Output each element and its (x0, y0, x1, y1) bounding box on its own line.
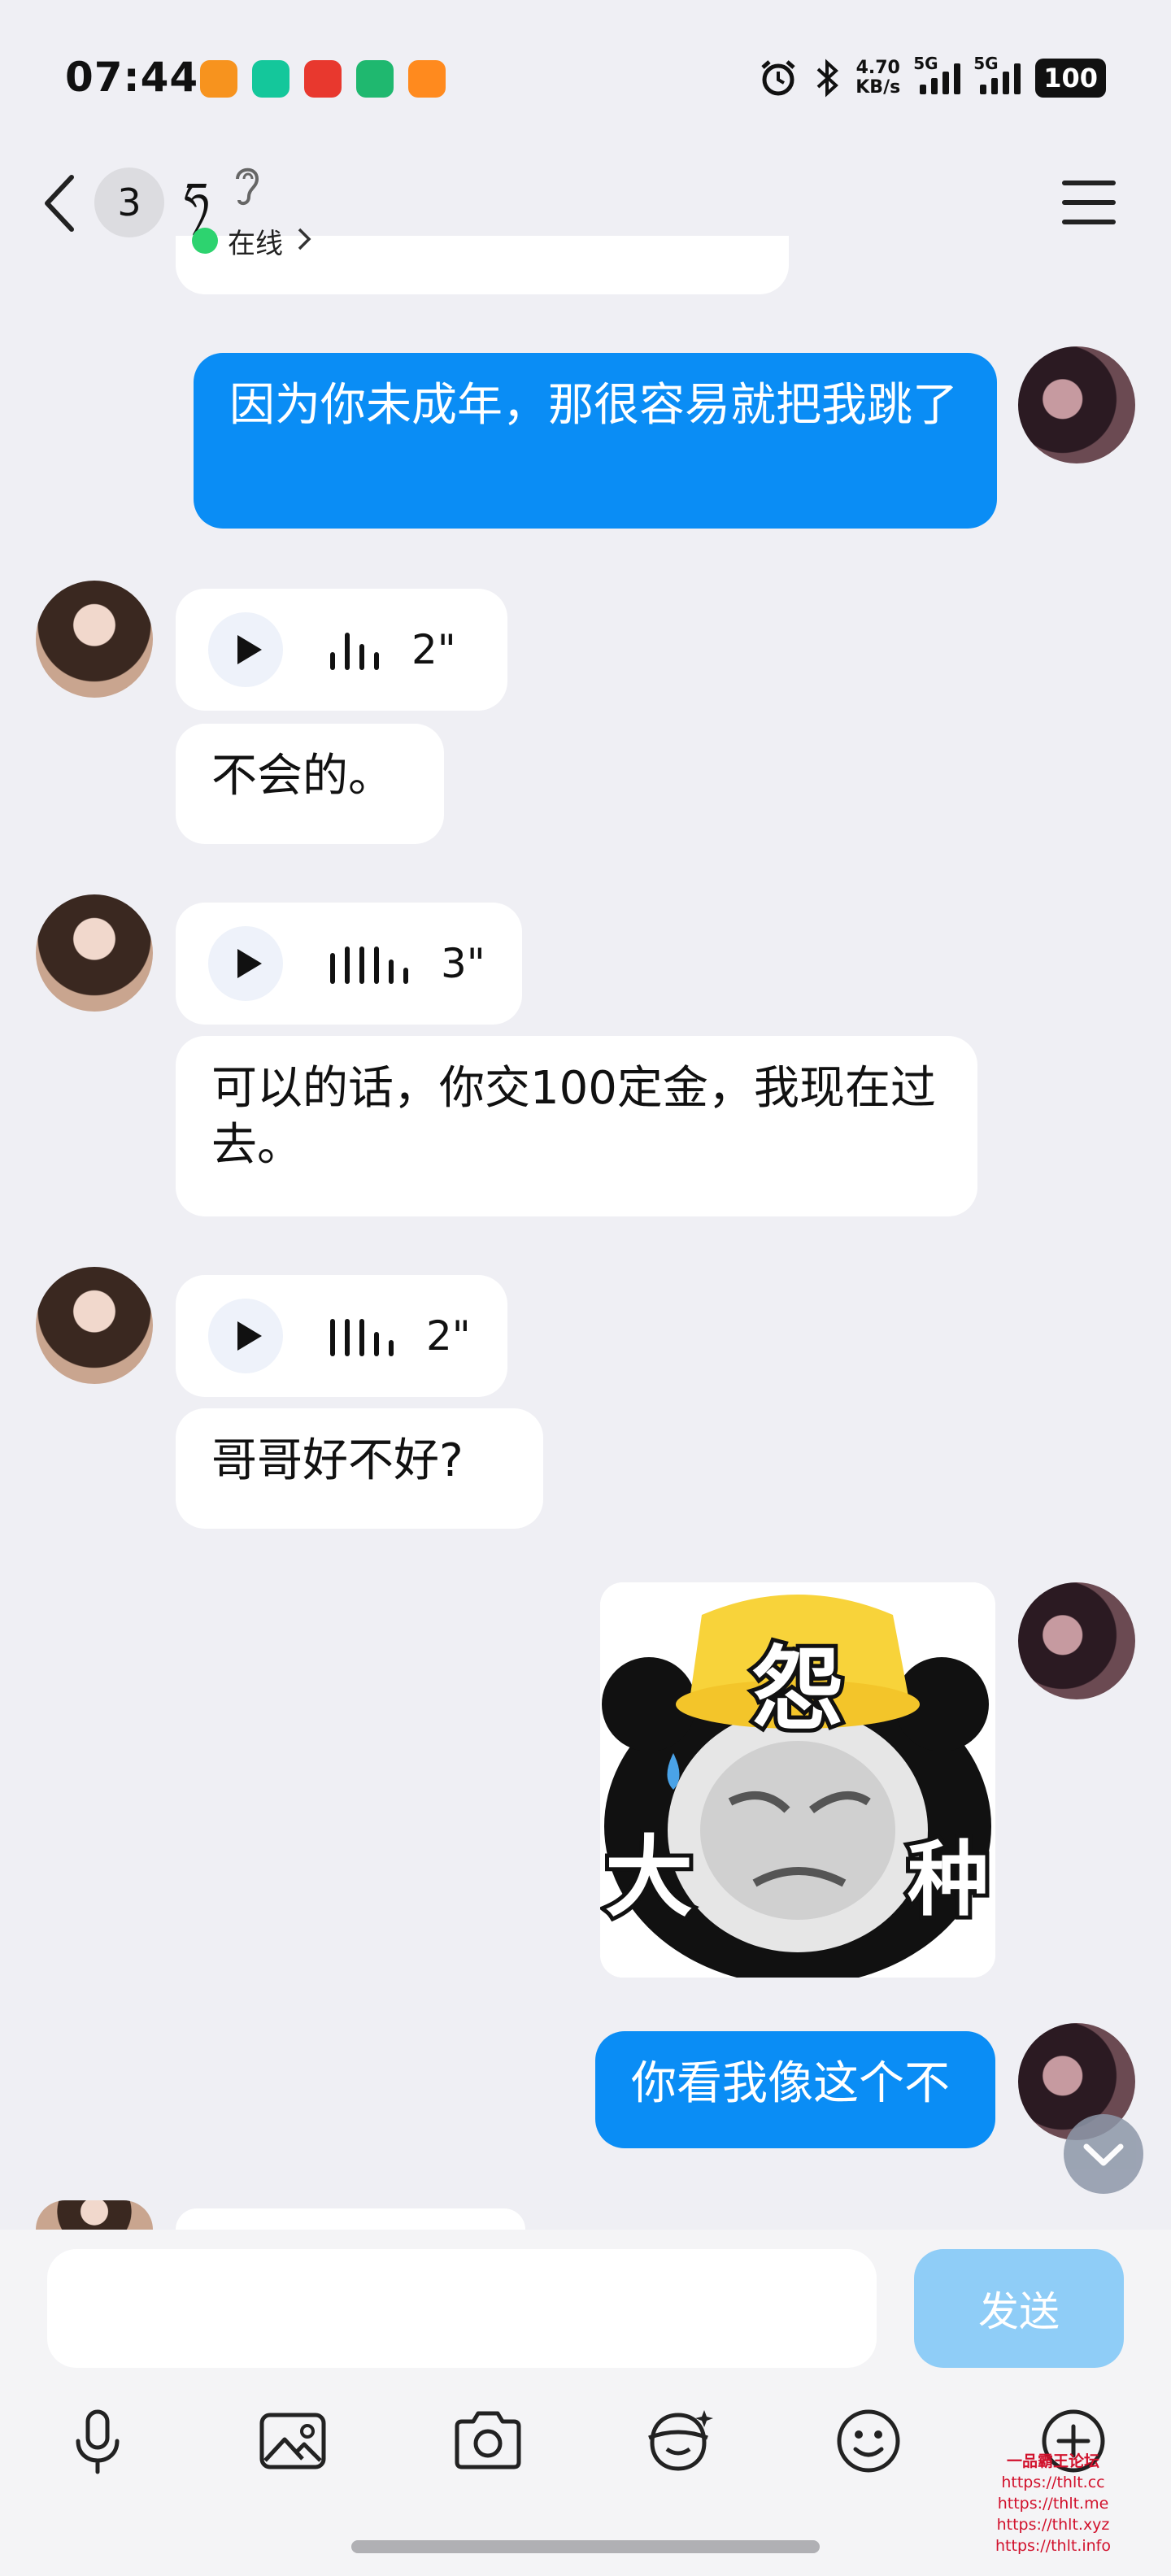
notification-app-icon-4 (356, 60, 394, 98)
play-icon[interactable] (208, 926, 283, 1001)
contact-avatar[interactable] (36, 2200, 153, 2230)
menu-icon[interactable] (1062, 181, 1116, 224)
home-indicator[interactable] (351, 2540, 820, 2553)
message-bubble-received[interactable]: 不会的。 (176, 724, 444, 844)
message-bubble-received[interactable]: 哥哥好不好? (176, 1408, 543, 1529)
message-bubble-sent[interactable]: 你看我像这个不 (595, 2031, 995, 2148)
watermark-url: https://thlt.info (995, 2537, 1111, 2555)
network-speed-value: 4.70 (855, 58, 900, 78)
voice-message[interactable]: 2" (176, 1275, 507, 1397)
waveform-icon (330, 629, 379, 670)
network-speed-unit: KB/s (855, 77, 901, 98)
notification-app-icon-1 (200, 60, 237, 98)
sticker-image[interactable]: 怨 大 种 (600, 1582, 995, 1978)
notification-app-icon-3 (304, 60, 342, 98)
chevron-down-icon (1083, 2143, 1124, 2166)
avatar-effect-icon[interactable] (639, 2402, 717, 2480)
network-speed: 4.70 KB/s (855, 59, 900, 98)
contact-avatar[interactable] (36, 581, 153, 698)
watermark-url: https://thlt.xyz (996, 2516, 1110, 2534)
signal-sim2-icon: 5G (973, 54, 1021, 94)
battery-icon: 100 (1035, 59, 1106, 98)
contact-name[interactable]: ཧ (184, 148, 209, 276)
voice-message[interactable]: 3" (176, 903, 522, 1025)
back-arrow-icon[interactable] (37, 171, 86, 236)
camera-icon[interactable] (449, 2402, 527, 2480)
chat-header (0, 122, 1171, 236)
scroll-to-bottom-button[interactable] (1064, 2114, 1143, 2194)
chevron-right-icon[interactable] (294, 226, 314, 252)
online-status-text[interactable]: 在线 (228, 221, 283, 261)
contact-avatar[interactable] (36, 894, 153, 1012)
send-button[interactable]: 发送 (914, 2249, 1124, 2368)
notification-app-icon-5 (408, 60, 446, 98)
sim1-label: 5G (913, 54, 938, 73)
alarm-icon (761, 60, 795, 96)
voice-message[interactable]: 2" (176, 589, 507, 711)
sticker-right-char: 种 (908, 1832, 989, 1927)
hearing-icon (236, 168, 259, 206)
play-icon[interactable] (208, 1299, 283, 1373)
online-status-dot (192, 228, 218, 254)
emoji-icon[interactable] (829, 2402, 908, 2480)
watermark-url: https://thlt.cc (1001, 2474, 1105, 2491)
voice-duration: 2" (411, 626, 456, 673)
contact-avatar[interactable] (36, 1267, 153, 1384)
message-bubble-received[interactable]: 可以的话，你交100定金，我现在过去。 (176, 1036, 977, 1216)
next-message-bubble (176, 2208, 525, 2230)
microphone-icon[interactable] (59, 2402, 137, 2480)
status-indicators: 4.70 KB/s 5G 5G 100 (758, 54, 1106, 102)
image-gallery-icon[interactable] (254, 2402, 332, 2480)
my-avatar[interactable] (1018, 346, 1135, 463)
status-time: 07:44 (65, 54, 199, 101)
my-avatar[interactable] (1018, 1582, 1135, 1699)
sticker-top-char: 怨 (752, 1637, 843, 1743)
play-icon[interactable] (208, 612, 283, 687)
watermark: 一品霸王论坛 https://thlt.cc https://thlt.me h… (984, 2451, 1122, 2556)
voice-duration: 2" (426, 1312, 471, 1360)
waveform-icon (330, 943, 408, 984)
unread-count-badge[interactable]: 3 (94, 168, 164, 237)
watermark-url: https://thlt.me (997, 2495, 1109, 2513)
sim2-label: 5G (973, 54, 999, 73)
message-bubble-sent[interactable]: 因为你未成年，那很容易就把我跳了 (194, 353, 997, 529)
sticker-left-char: 大 (605, 1827, 693, 1929)
message-input[interactable] (47, 2249, 877, 2368)
signal-sim1-icon: 5G (913, 54, 961, 94)
watermark-title: 一品霸王论坛 (1006, 2452, 1099, 2470)
waveform-icon (330, 1316, 394, 1356)
bluetooth-icon (816, 59, 839, 98)
notification-app-icon-2 (252, 60, 289, 98)
panda-meme-sticker: 怨 大 种 (600, 1582, 995, 1978)
voice-duration: 3" (441, 940, 485, 987)
